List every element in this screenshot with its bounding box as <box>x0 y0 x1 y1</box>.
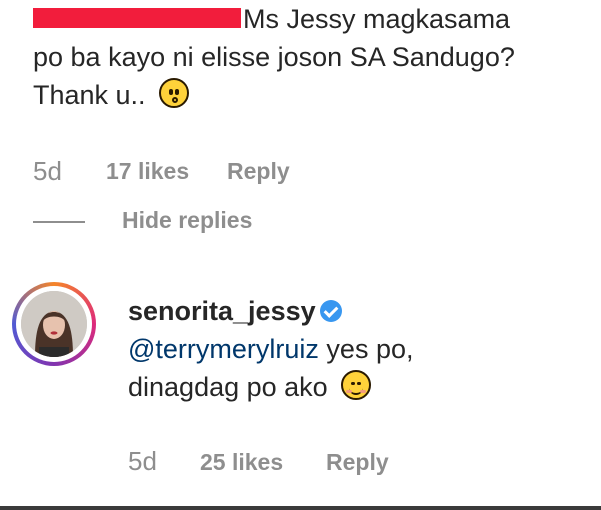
comment-line-2: po ba kayo ni elisse joson SA Sandugo? <box>33 42 515 72</box>
reply-body: senorita_jessy @terrymerylruiz yes po, d… <box>128 292 588 406</box>
hide-replies-button[interactable]: Hide replies <box>122 207 252 234</box>
comment-meta: 5d <box>33 156 62 187</box>
reply-meta: 5d <box>128 446 157 477</box>
reply-username[interactable]: senorita_jessy <box>128 296 316 326</box>
reply-line-1: senorita_jessy <box>128 292 588 330</box>
reply-line-2: @terrymerylruiz yes po, <box>128 330 588 368</box>
comment-age: 5d <box>33 156 62 186</box>
comment-line-3: Thank u.. <box>33 76 593 114</box>
reply-reply-button[interactable]: Reply <box>326 449 389 476</box>
avatar-photo <box>21 291 87 357</box>
smiling-face-icon <box>341 370 372 400</box>
comment-likes-link[interactable]: 17 likes <box>106 158 189 185</box>
avatar[interactable] <box>12 282 96 366</box>
reply-text-2: dinagdag po ako <box>128 372 328 402</box>
reply-likes-link[interactable]: 25 likes <box>200 449 283 476</box>
comment-line-3-text: Thank u.. <box>33 80 146 110</box>
reply-mention-link[interactable]: @terrymerylruiz <box>128 334 319 364</box>
bottom-border <box>0 506 601 510</box>
verified-badge-icon <box>319 300 342 322</box>
reply-text-1: yes po, <box>318 334 414 364</box>
comment-body: Ms Jessy magkasama po ba kayo ni elisse … <box>33 0 593 114</box>
reply-age: 5d <box>128 446 157 476</box>
face-with-open-mouth-icon <box>159 78 190 108</box>
comment-reply-button[interactable]: Reply <box>227 158 290 185</box>
comment-line-1: Ms Jessy magkasama <box>243 4 511 34</box>
replies-divider <box>33 221 85 223</box>
reply-line-3: dinagdag po ako <box>128 368 588 406</box>
